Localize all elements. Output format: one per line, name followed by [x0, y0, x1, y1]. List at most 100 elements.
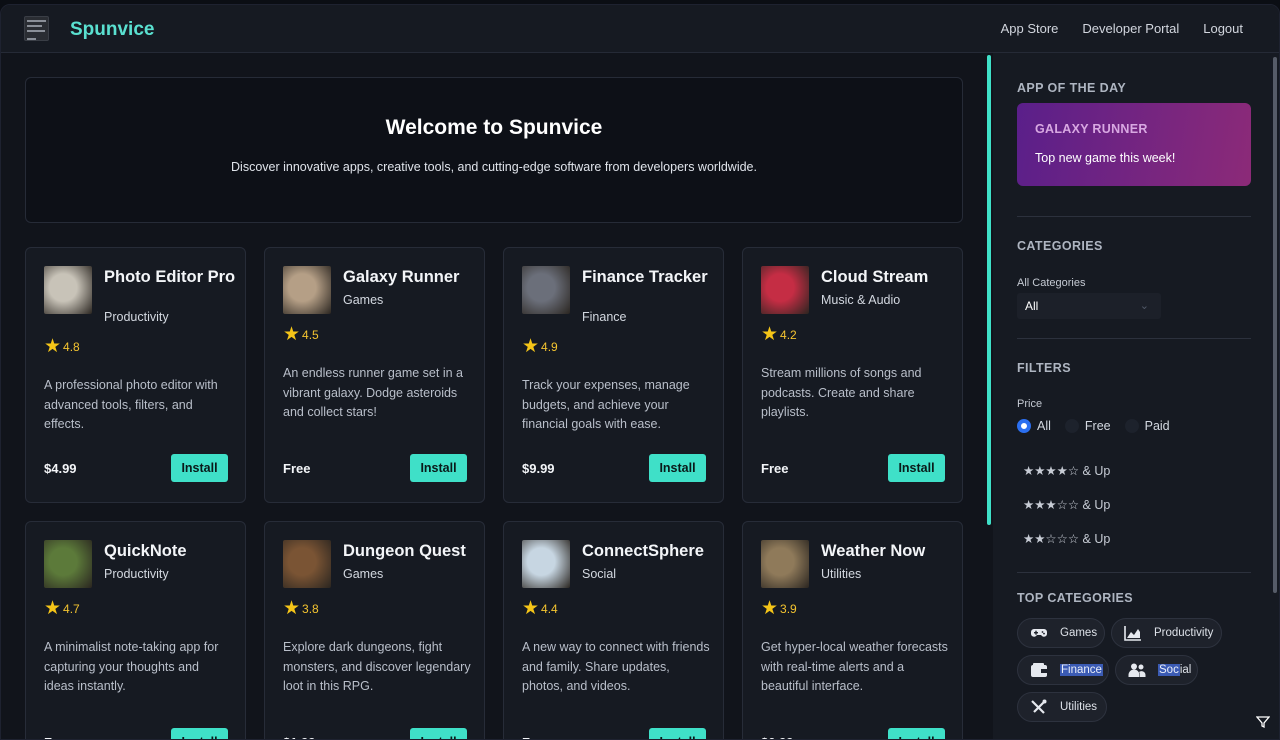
stars-4-icon: ★★★★☆: [1023, 464, 1080, 478]
app-thumbnail[interactable]: [44, 266, 92, 314]
hero-subtitle: Discover innovative apps, creative tools…: [231, 160, 757, 174]
brand-name[interactable]: Spunvice: [70, 19, 154, 41]
install-button[interactable]: Install: [410, 454, 467, 482]
install-button[interactable]: Install: [888, 728, 945, 739]
rating-filter-4[interactable]: ★★★★☆ & Up: [1023, 463, 1110, 478]
app-thumbnail[interactable]: [283, 540, 331, 588]
app-name[interactable]: Photo Editor Pro: [104, 267, 236, 287]
price-radio-group: All Free Paid: [1017, 419, 1178, 433]
nav-app-store[interactable]: App Store: [1001, 21, 1059, 36]
app-description: Explore dark dungeons, fight monsters, a…: [283, 640, 471, 693]
app-window: Spunvice App Store Developer Portal Logo…: [0, 4, 1280, 740]
category-select[interactable]: All ⌄: [1017, 293, 1161, 319]
app-price: $0.99: [761, 735, 794, 739]
nav-logout[interactable]: Logout: [1203, 21, 1243, 36]
sidebar-accent-bar: [987, 55, 991, 525]
app-name[interactable]: Finance Tracker: [582, 267, 714, 287]
price-radio-all[interactable]: [1017, 419, 1031, 433]
install-button[interactable]: Install: [649, 728, 706, 739]
categories-heading: CATEGORIES: [1017, 239, 1103, 253]
app-card[interactable]: Finance Tracker Finance ★ 4.9 Track your exp…: [503, 247, 724, 503]
gamepad-icon: [1030, 625, 1048, 641]
chart-area-icon: [1124, 625, 1142, 641]
price-radio-paid[interactable]: [1124, 419, 1139, 433]
app-card[interactable]: Galaxy Runner Games ★ 4.5 An endless runner …: [264, 247, 485, 503]
app-price: Free: [283, 461, 311, 476]
chevron-down-icon: ⌄: [1139, 300, 1149, 312]
divider: [1017, 572, 1251, 573]
app-thumbnail[interactable]: [522, 540, 570, 588]
price-radio-paid-label[interactable]: Paid: [1145, 419, 1170, 433]
stars-3-icon: ★★★☆☆: [1023, 498, 1080, 512]
app-description: Stream millions of songs and podcasts. C…: [761, 366, 922, 419]
tools-icon: [1030, 699, 1048, 715]
app-rating: ★ 4.7: [44, 599, 80, 618]
app-price: Free: [44, 735, 71, 739]
chip-games[interactable]: Games: [1017, 618, 1105, 648]
app-description: A professional photo editor with advance…: [44, 378, 218, 431]
nav-developer-portal[interactable]: Developer Portal: [1082, 21, 1179, 36]
app-name[interactable]: ConnectSphere: [582, 541, 714, 561]
chip-utilities-label: Utilities: [1060, 701, 1098, 713]
price-radio-all-label[interactable]: All: [1037, 419, 1051, 433]
chip-productivity[interactable]: Productivity: [1111, 618, 1222, 648]
app-thumbnail[interactable]: [283, 266, 331, 314]
chip-finance-label: Finance: [1060, 664, 1103, 676]
app-rating-value: 4.9: [541, 340, 558, 354]
app-thumbnail[interactable]: [761, 266, 809, 314]
app-card[interactable]: ConnectSphere Social ★ 4.4 A new way to conn…: [503, 521, 724, 739]
app-description: Track your expenses, manage budgets, and…: [522, 378, 690, 431]
rating-filter-label: & Up: [1082, 464, 1111, 478]
categories-label: All Categories: [1017, 277, 1086, 289]
stars-2-icon: ★★☆☆☆: [1023, 532, 1080, 546]
rating-filter-2[interactable]: ★★☆☆☆ & Up: [1023, 531, 1110, 546]
logo-thumbnail[interactable]: [24, 16, 49, 41]
app-name[interactable]: Dungeon Quest: [343, 541, 475, 561]
star-icon: ★: [522, 336, 540, 357]
app-name[interactable]: Weather Now: [821, 541, 953, 561]
chip-finance[interactable]: Finance: [1017, 655, 1109, 685]
app-category: Utilities: [821, 567, 862, 581]
app-rating: ★ 4.5: [283, 325, 319, 344]
app-thumbnail[interactable]: [44, 540, 92, 588]
rating-filter-label: & Up: [1082, 498, 1111, 512]
app-description: A new way to connect with friends and fa…: [522, 640, 710, 693]
social-highlight: Soc: [1158, 664, 1180, 676]
install-button[interactable]: Install: [649, 454, 706, 482]
chip-games-label: Games: [1060, 627, 1098, 639]
app-name[interactable]: QuickNote: [104, 541, 236, 561]
install-button[interactable]: Install: [171, 728, 228, 739]
app-thumbnail[interactable]: [522, 266, 570, 314]
app-rating: ★ 3.8: [283, 599, 319, 618]
install-button[interactable]: Install: [171, 454, 228, 482]
app-category: Games: [343, 567, 384, 581]
app-rating-value: 3.9: [780, 602, 797, 616]
scrollbar[interactable]: [1273, 57, 1277, 593]
install-button[interactable]: Install: [410, 728, 467, 739]
rating-filter-3[interactable]: ★★★☆☆ & Up: [1023, 497, 1110, 512]
divider: [1017, 338, 1251, 339]
chip-social[interactable]: Social: [1115, 655, 1198, 685]
app-thumbnail[interactable]: [761, 540, 809, 588]
app-name[interactable]: Cloud Stream: [821, 267, 953, 287]
filter-funnel-icon[interactable]: [1255, 715, 1271, 731]
price-radio-free[interactable]: [1064, 419, 1079, 433]
hero-title: Welcome to Spunvice: [385, 116, 603, 139]
top-categories-heading: TOP CATEGORIES: [1017, 591, 1134, 605]
app-of-day-desc: Top new game this week!: [1035, 151, 1176, 165]
app-card[interactable]: QuickNote Productivity ★ 4.7 A minimalist no…: [25, 521, 246, 739]
star-icon: ★: [44, 336, 62, 357]
app-category: Finance: [582, 310, 627, 324]
app-price: $9.99: [522, 461, 555, 476]
price-radio-free-label[interactable]: Free: [1085, 419, 1111, 433]
sidebar: APP OF THE DAY GALAXY RUNNER Top new gam…: [993, 53, 1279, 739]
app-rating-value: 4.7: [63, 602, 80, 616]
app-name[interactable]: Galaxy Runner: [343, 267, 475, 287]
app-card[interactable]: Photo Editor Pro Productivity ★ 4.8 A profes…: [25, 247, 246, 503]
app-card[interactable]: Cloud Stream Music & Audio ★ 4.2 Stream mill…: [742, 247, 963, 503]
app-card[interactable]: Dungeon Quest Games ★ 3.8 Explore dark dunge…: [264, 521, 485, 739]
install-button[interactable]: Install: [888, 454, 945, 482]
chip-utilities[interactable]: Utilities: [1017, 692, 1107, 722]
app-of-day-card[interactable]: GALAXY RUNNER Top new game this week!: [1017, 103, 1251, 186]
app-card[interactable]: Weather Now Utilities ★ 3.9 Get hyper-local …: [742, 521, 963, 739]
